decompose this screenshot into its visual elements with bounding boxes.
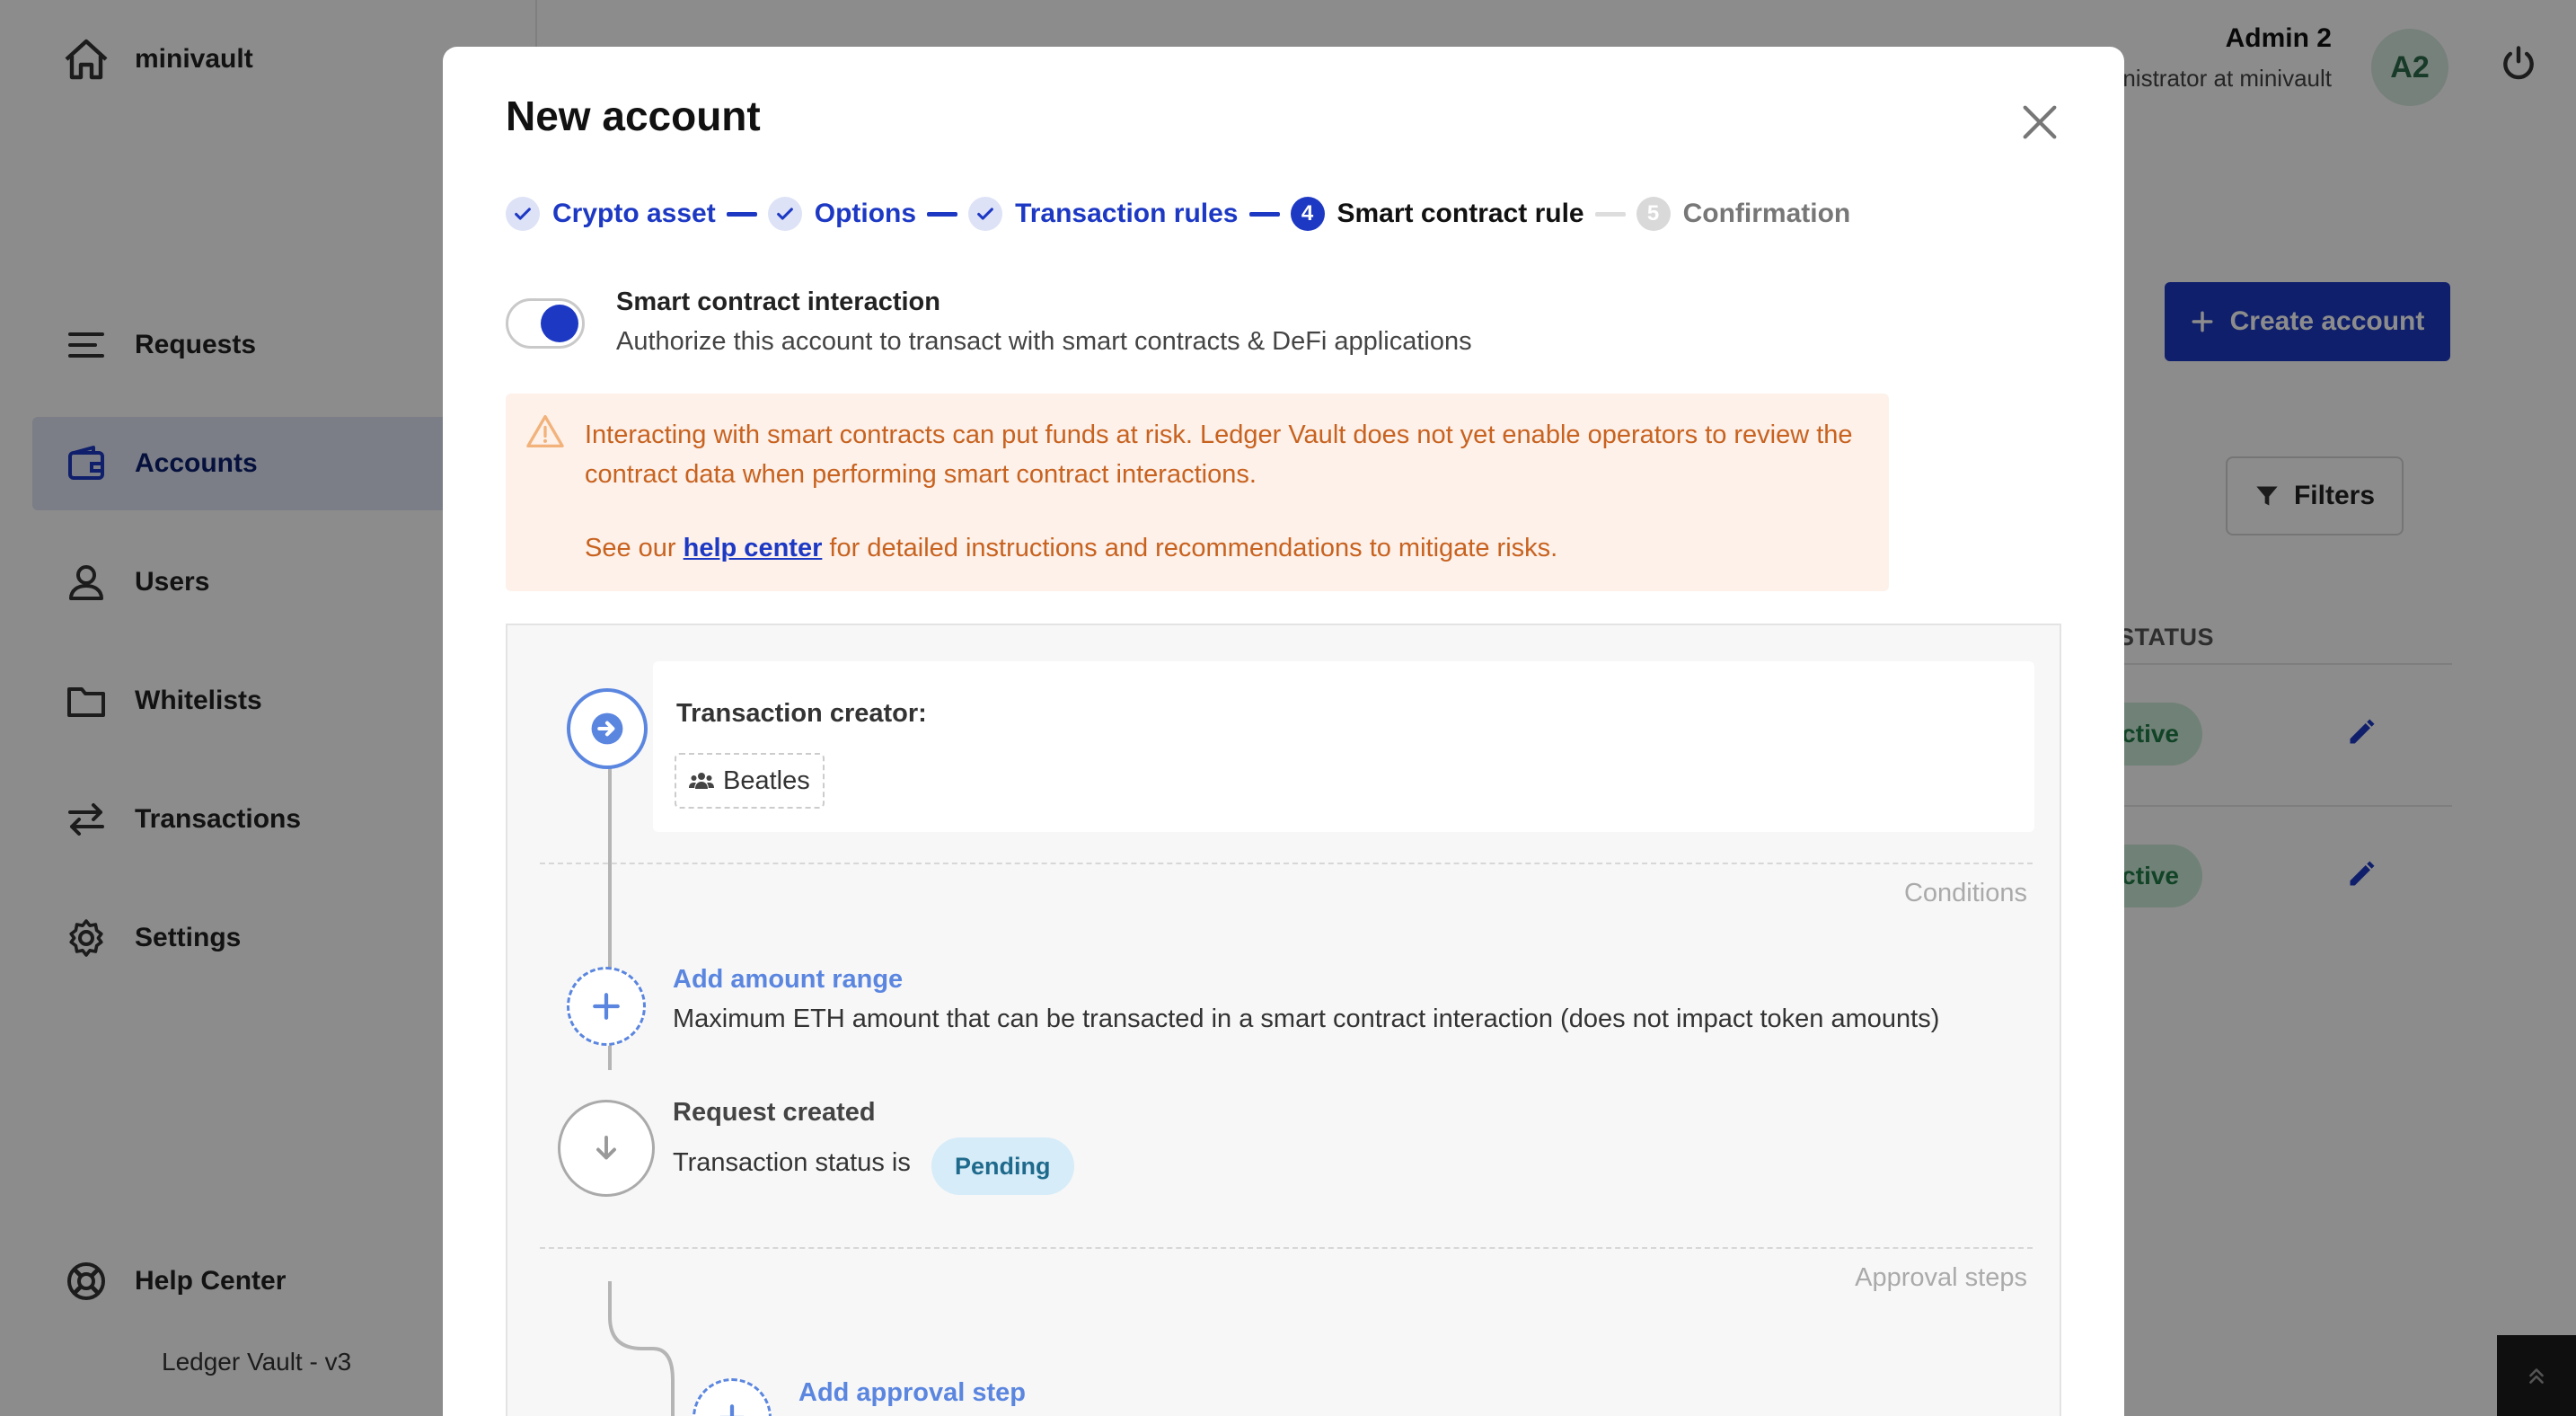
toggle-knob [541,305,578,342]
step-options[interactable]: Options [767,197,917,231]
creator-card: Transaction creator: Beatles [653,661,2034,832]
request-created-label: Request created [673,1098,876,1127]
step-separator [927,211,958,217]
check-icon [968,197,1003,231]
modal-title: New account [506,93,761,139]
add-approval-step-link[interactable]: Add approval step [798,1378,1026,1408]
warning-suffix: for detailed instructions and recommenda… [829,534,1558,562]
step-separator [726,211,757,217]
toggle-title: Smart contract interaction [616,288,940,316]
step-smart-contract-rule: 4 Smart contract rule [1290,197,1584,231]
flow-connector-curve [608,1281,675,1416]
creator-node [567,688,648,769]
check-icon [506,197,540,231]
step-number: 5 [1636,197,1671,231]
approval-steps-label: Approval steps [1855,1263,2027,1292]
warning-banner: Interacting with smart contracts can put… [506,394,1889,591]
close-icon[interactable] [2015,97,2065,147]
plus-icon [591,991,622,1022]
step-label: Confirmation [1682,199,1851,228]
check-icon [767,197,802,231]
warning-prefix: See our [585,534,676,562]
help-center-link[interactable]: help center [684,534,823,562]
warning-help-line: See our help center for detailed instruc… [585,534,1557,563]
transaction-status-text: Transaction status is [673,1148,911,1177]
rule-flow: Transaction creator: Beatles Conditions … [506,624,2061,1416]
step-transaction-rules[interactable]: Transaction rules [968,197,1239,231]
add-approval-node[interactable] [693,1378,772,1416]
section-divider [540,1247,2033,1249]
group-tag[interactable]: Beatles [675,753,825,809]
step-confirmation: 5 Confirmation [1636,197,1851,231]
conditions-label: Conditions [1903,879,2027,907]
pending-badge: Pending [931,1137,1074,1195]
step-separator [1248,211,1280,217]
step-label: Crypto asset [552,199,716,228]
plus-icon [717,1403,747,1416]
step-crypto-asset[interactable]: Crypto asset [506,197,716,231]
section-divider [540,863,2033,864]
new-account-modal: New account Crypto asset Options Transac… [443,47,2124,1416]
users-group-icon [689,771,714,791]
creator-label: Transaction creator: [676,699,927,728]
step-separator [1594,211,1626,217]
step-label: Options [814,199,917,228]
request-created-node [558,1100,655,1197]
arrow-right-circle-icon [590,712,624,746]
group-name: Beatles [723,766,810,795]
add-amount-node[interactable] [567,967,646,1046]
warning-text: Interacting with smart contracts can put… [585,420,1853,489]
amount-range-description: Maximum ETH amount that can be transacte… [673,1004,1940,1033]
stepper: Crypto asset Options Transaction rules 4… [506,192,1850,235]
step-label: Smart contract rule [1337,199,1584,228]
step-label: Transaction rules [1015,199,1239,228]
add-amount-range-link[interactable]: Add amount range [673,965,903,995]
smart-contract-toggle[interactable] [506,298,585,349]
warning-icon [525,413,565,449]
toggle-description: Authorize this account to transact with … [616,327,1472,356]
step-number: 4 [1290,197,1325,231]
arrow-down-icon [590,1132,622,1164]
